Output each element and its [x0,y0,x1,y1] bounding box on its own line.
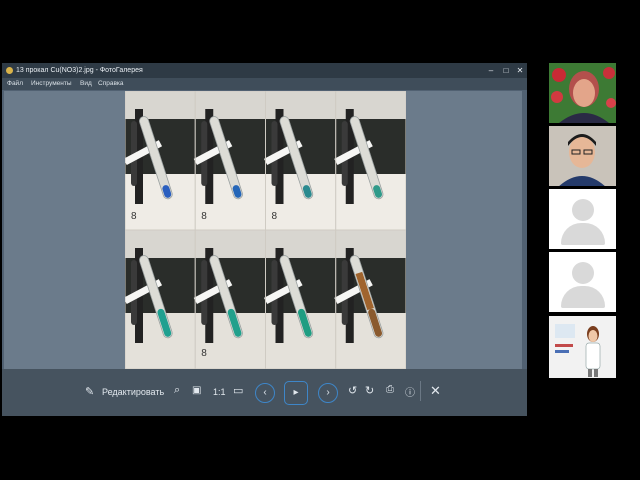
menu-file[interactable]: Файл [7,78,23,90]
menu-help[interactable]: Справка [98,78,124,90]
photo-gallery-window: 13 прокал Cu(NO3)2.jpg - ФотоГалерея – □… [2,63,527,416]
photo-cell [263,229,337,370]
photo-cell [334,229,407,370]
edit-button[interactable]: Редактировать [102,387,164,397]
previous-button[interactable]: ‹ [255,383,275,403]
photo-cell: 8 [193,229,266,370]
participant-video-1 [549,63,616,123]
fit-window-icon[interactable]: ▣ [192,385,201,396]
bottom-toolbar: ✎ Редактировать ⌕ ▣ 1:1 ▭ ‹ ▸ › ↺ ↻ ⎙ ⓘ … [2,369,527,416]
tube-label: 8 [201,211,207,222]
photo-test-tubes: 8 8 8 8 [123,90,407,370]
participant-tile-2[interactable] [549,126,616,186]
next-button[interactable]: › [318,383,338,403]
participant-tile-3[interactable] [549,189,616,249]
photo-cell [123,229,196,370]
avatar-placeholder-icon [572,199,594,221]
menu-bar: Файл Инструменты Вид Справка [2,78,527,90]
window-title: 13 прокал Cu(NO3)2.jpg - ФотоГалерея [16,67,143,74]
toolbar-divider [420,381,421,401]
actual-size-button[interactable]: 1:1 [213,387,226,397]
close-window-button[interactable]: ✕ [513,63,527,78]
rotate-right-icon[interactable]: ↻ [365,384,374,397]
info-icon[interactable]: ⓘ [405,384,415,399]
photo-cell [334,90,407,231]
participant-tile-4[interactable] [549,252,616,312]
tube-label: 8 [272,211,278,222]
app-icon [6,67,13,74]
menu-tools[interactable]: Инструменты [31,78,72,90]
delete-icon[interactable]: ✕ [430,383,441,399]
folder-icon[interactable]: ▭ [233,384,243,397]
avatar-placeholder-body [561,286,605,308]
tube-label: 8 [201,348,207,359]
title-bar: 13 прокал Cu(NO3)2.jpg - ФотоГалерея – □… [2,63,527,78]
avatar-placeholder-body [561,223,605,245]
photo-cell: 8 [193,90,266,231]
menu-view[interactable]: Вид [80,78,92,90]
tube-label: 8 [131,211,137,222]
avatar-placeholder-icon [572,262,594,284]
rotate-left-icon[interactable]: ↺ [348,384,357,397]
participant-video-2 [549,126,616,186]
photo-cell: 8 [263,90,337,231]
pencil-icon[interactable]: ✎ [85,385,94,398]
minimize-button[interactable]: – [484,63,498,78]
participant-tile-5[interactable] [549,316,616,378]
image-viewport[interactable]: 8 8 8 8 [4,90,522,370]
test-tubes-image: 8 8 8 8 [123,90,407,370]
participant-video-3 [549,316,616,378]
print-icon[interactable]: ⎙ [386,384,394,395]
maximize-button[interactable]: □ [499,63,513,78]
zoom-icon[interactable]: ⌕ [174,384,180,397]
photo-cell: 8 [123,90,196,231]
slideshow-play-button[interactable]: ▸ [284,381,308,405]
participant-tile-1[interactable] [549,63,616,123]
